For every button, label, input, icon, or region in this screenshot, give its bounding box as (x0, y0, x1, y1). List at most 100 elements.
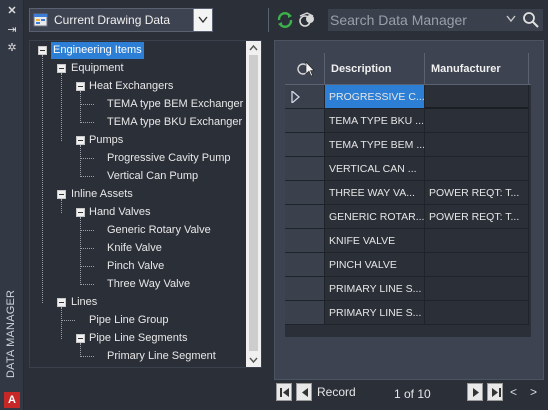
cursor-select-icon (297, 61, 315, 77)
cell-description[interactable]: KNIFE VALVE (325, 229, 425, 253)
autohide-icon[interactable]: ⇥ (6, 24, 18, 36)
cell-manufacturer[interactable]: POWER REQT: T... (425, 181, 529, 205)
tree-connector (80, 248, 94, 249)
tree-node-hand-valves[interactable]: Hand Valves (87, 204, 153, 221)
cell-description[interactable]: TEMA TYPE BKU ... (325, 109, 425, 133)
search-options-chevron-icon[interactable] (506, 15, 516, 23)
tree-node-equipment[interactable]: Equipment (69, 60, 126, 77)
cell-description[interactable]: PRIMARY LINE S... (325, 277, 425, 301)
row-header[interactable] (285, 85, 325, 109)
collapse-toggle-icon[interactable] (57, 298, 66, 307)
next-record-icon (473, 388, 479, 397)
dropdown-arrow[interactable] (193, 9, 212, 31)
search-input[interactable]: Search Data Manager (330, 12, 467, 28)
row-header[interactable] (285, 229, 325, 253)
refresh-icon[interactable] (275, 10, 295, 30)
drawing-data-dropdown[interactable]: Current Drawing Data (29, 8, 213, 32)
tree-node-pipe-line-segments[interactable]: Pipe Line Segments (87, 330, 189, 347)
tree-node-lines[interactable]: Lines (69, 294, 99, 311)
cell-manufacturer[interactable] (425, 157, 529, 181)
tree-node-primary-line-segment[interactable]: Primary Line Segment (105, 348, 218, 365)
collapse-toggle-icon[interactable] (57, 190, 66, 199)
cell-description[interactable]: VERTICAL CAN ... (325, 157, 425, 181)
row-header[interactable] (285, 181, 325, 205)
chevron-down-icon (198, 16, 208, 24)
tree-node-inline-assets[interactable]: Inline Assets (69, 186, 135, 203)
collapse-toggle-icon[interactable] (76, 136, 85, 145)
next-record-button[interactable] (467, 383, 483, 401)
search-icon[interactable] (522, 11, 540, 29)
cell-manufacturer[interactable] (425, 229, 529, 253)
export-icon[interactable] (297, 10, 317, 30)
properties-icon[interactable]: ✲ (6, 42, 18, 54)
cell-description[interactable]: GENERIC ROTAR... (325, 205, 425, 229)
row-header[interactable] (285, 277, 325, 301)
tree-node-heat-exchangers[interactable]: Heat Exchangers (87, 78, 175, 95)
tree-node-pinch-valve[interactable]: Pinch Valve (105, 258, 166, 275)
cell-description[interactable]: TEMA TYPE BEM ... (325, 133, 425, 157)
tree-connector (80, 230, 94, 231)
row-header[interactable] (285, 157, 325, 181)
data-grid-panel: Description Manufacturer PROGRESSIVE C..… (274, 40, 544, 380)
cell-manufacturer[interactable] (425, 253, 529, 277)
previous-record-icon (302, 388, 308, 397)
tree-connector (42, 55, 43, 303)
last-record-icon (492, 388, 501, 397)
tree-node-generic-rotary-valve[interactable]: Generic Rotary Valve (105, 222, 213, 239)
row-header[interactable] (285, 301, 325, 325)
column-header-manufacturer[interactable]: Manufacturer (425, 53, 529, 85)
tree-scrollbar[interactable] (246, 41, 261, 367)
close-icon[interactable]: ✕ (6, 5, 18, 17)
tree-node-pipe-line-group[interactable]: Pipe Line Group (87, 312, 171, 329)
tree-node-knife-valve[interactable]: Knife Valve (105, 240, 164, 257)
tree-connector (80, 91, 81, 123)
tree-node-engineering-items[interactable]: Engineering Items (51, 42, 144, 59)
grid-options-header[interactable] (285, 53, 325, 85)
drawing-data-icon (33, 13, 48, 27)
row-header[interactable] (285, 205, 325, 229)
record-label: Record (317, 385, 356, 399)
row-header[interactable] (285, 109, 325, 133)
collapse-toggle-icon[interactable] (38, 46, 47, 55)
cell-description[interactable]: PROGRESSIVE C... (325, 85, 425, 109)
scroll-down-icon[interactable] (249, 355, 258, 364)
toolbar-separator (268, 8, 269, 32)
scroll-right-icon[interactable]: > (530, 385, 537, 399)
scrollbar-thumb[interactable] (249, 55, 258, 351)
collapse-toggle-icon[interactable] (76, 208, 85, 217)
row-header[interactable] (285, 133, 325, 157)
scroll-left-icon[interactable]: < (510, 385, 517, 399)
first-record-button[interactable] (276, 383, 292, 401)
cell-manufacturer[interactable] (425, 109, 529, 133)
cell-manufacturer[interactable] (425, 301, 529, 325)
tree-node-vertical-can-pump[interactable]: Vertical Can Pump (105, 168, 200, 185)
last-record-button[interactable] (487, 383, 503, 401)
tree-node-tema-bku[interactable]: TEMA type BKU Exchanger (105, 114, 244, 131)
grid-header: Description Manufacturer (285, 53, 531, 85)
tree-node-progressive-cavity-pump[interactable]: Progressive Cavity Pump (105, 150, 233, 167)
app-logo-icon: A (4, 392, 20, 408)
record-navigator: Record 1 of 10 < > (274, 383, 548, 405)
current-row-indicator-icon (291, 89, 300, 105)
column-header-description[interactable]: Description (325, 53, 425, 85)
search-box[interactable]: Search Data Manager (328, 9, 543, 31)
collapse-toggle-icon[interactable] (76, 334, 85, 343)
cell-description[interactable]: PRIMARY LINE S... (325, 301, 425, 325)
collapse-toggle-icon[interactable] (76, 82, 85, 91)
cell-description[interactable]: PINCH VALVE (325, 253, 425, 277)
tree-node-pumps[interactable]: Pumps (87, 132, 125, 149)
cell-manufacturer[interactable] (425, 85, 529, 109)
previous-record-button[interactable] (296, 383, 312, 401)
cell-manufacturer[interactable]: POWER REQT: T... (425, 205, 529, 229)
collapse-toggle-icon[interactable] (57, 64, 66, 73)
row-header[interactable] (285, 253, 325, 277)
cell-manufacturer[interactable] (425, 133, 529, 157)
cell-description[interactable]: THREE WAY VA... (325, 181, 425, 205)
tree-connector (80, 122, 94, 123)
tree-node-three-way-valve[interactable]: Three Way Valve (105, 276, 192, 293)
tree-node-tema-bem[interactable]: TEMA type BEM Exchanger (105, 96, 245, 113)
palette-title: DATA MANAGER (5, 289, 17, 378)
scroll-up-icon[interactable] (249, 44, 258, 53)
cell-manufacturer[interactable] (425, 277, 529, 301)
palette-strip: ✕ ⇥ ✲ DATA MANAGER A (0, 0, 24, 410)
